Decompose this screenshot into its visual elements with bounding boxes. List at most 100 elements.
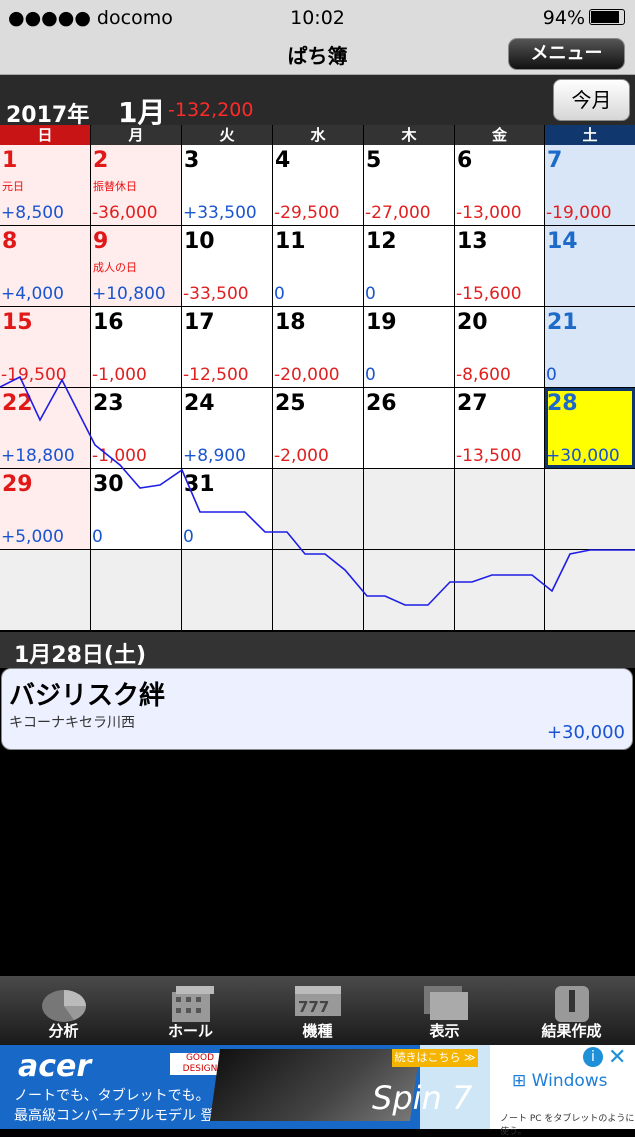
exclamation-icon bbox=[555, 986, 589, 1022]
calendar-day-cell[interactable]: 29 +5,000 bbox=[0, 469, 90, 549]
calendar-day-cell[interactable]: 20 -8,600 bbox=[455, 307, 544, 387]
month-total: -132,200 bbox=[168, 99, 254, 121]
day-number: 24 bbox=[184, 391, 215, 416]
tab-display[interactable]: 表示 bbox=[381, 976, 508, 1045]
day-amount: +5,000 bbox=[1, 527, 64, 547]
day-amount: +30,000 bbox=[546, 446, 620, 466]
windows-logo: ⊞ Windows bbox=[512, 1071, 608, 1091]
weekday-label: 水 bbox=[273, 125, 363, 145]
selected-day-header: 1月28日(土) bbox=[0, 632, 635, 668]
calendar-day-cell[interactable]: 4 -29,500 bbox=[273, 145, 363, 225]
selected-date: 1月28日(土) bbox=[14, 643, 147, 668]
calendar-empty-cell bbox=[182, 550, 272, 630]
day-number: 23 bbox=[93, 391, 124, 416]
day-amount: 0 bbox=[365, 284, 376, 304]
calendar-day-cell[interactable]: 5 -27,000 bbox=[364, 145, 454, 225]
calendar-day-cell[interactable]: 26 bbox=[364, 388, 454, 468]
calendar-day-cell[interactable]: 23 -1,000 bbox=[91, 388, 181, 468]
calendar-day-cell[interactable]: 17 -12,500 bbox=[182, 307, 272, 387]
calendar-day-cell[interactable]: 7 -19,000 bbox=[545, 145, 635, 225]
day-amount: 0 bbox=[365, 365, 376, 385]
day-amount: -36,000 bbox=[92, 203, 158, 223]
calendar-day-cell[interactable]: 24 +8,900 bbox=[182, 388, 272, 468]
day-amount: +8,900 bbox=[183, 446, 246, 466]
calendar-day-cell[interactable]: 22 +18,800 bbox=[0, 388, 90, 468]
tab-analysis[interactable]: 分析 bbox=[0, 976, 127, 1045]
calendar-day-cell[interactable]: 19 0 bbox=[364, 307, 454, 387]
day-number: 6 bbox=[457, 148, 473, 173]
calendar-day-cell[interactable]: 25 -2,000 bbox=[273, 388, 363, 468]
day-amount: -15,600 bbox=[456, 284, 522, 304]
day-amount: +4,000 bbox=[1, 284, 64, 304]
day-number: 10 bbox=[184, 229, 215, 254]
calendar-day-cell[interactable]: 9 成人の日 +10,800 bbox=[91, 226, 181, 306]
record-amount: +30,000 bbox=[546, 722, 625, 743]
tab-hall[interactable]: ホール bbox=[127, 976, 254, 1045]
pie-chart-icon bbox=[42, 990, 86, 1022]
calendar-empty-cell bbox=[91, 550, 181, 630]
windows-label: Windows bbox=[531, 1071, 608, 1091]
calendar-empty-cell bbox=[455, 550, 544, 630]
svg-text:777: 777 bbox=[298, 998, 329, 1016]
ad-info-icon[interactable]: i bbox=[583, 1047, 603, 1067]
current-month-button[interactable]: 今月 bbox=[553, 79, 630, 121]
ad-close-icon[interactable]: ✕ bbox=[608, 1045, 626, 1070]
result-record[interactable]: バジリスク絆 キコーナキセラ川西 +30,000 bbox=[1, 668, 633, 750]
day-number: 3 bbox=[184, 148, 200, 173]
calendar-day-cell[interactable]: 13 -15,600 bbox=[455, 226, 544, 306]
product-name: Spin 7 bbox=[372, 1079, 473, 1117]
battery-indicator: 94% bbox=[543, 7, 625, 29]
calendar-day-cell[interactable]: 10 -33,500 bbox=[182, 226, 272, 306]
tab-create-result[interactable]: 結果作成 bbox=[508, 976, 635, 1045]
calendar-day-cell[interactable]: 3 +33,500 bbox=[182, 145, 272, 225]
calendar-day-cell[interactable]: 8 +4,000 bbox=[0, 226, 90, 306]
calendar-day-cell[interactable]: 18 -20,000 bbox=[273, 307, 363, 387]
tab-machine-label: 機種 bbox=[302, 1022, 333, 1040]
day-number: 27 bbox=[457, 391, 488, 416]
day-number: 17 bbox=[184, 310, 215, 335]
day-amount: +18,800 bbox=[1, 446, 75, 466]
calendar-empty-cell bbox=[0, 550, 90, 630]
calendar-day-cell[interactable]: 11 0 bbox=[273, 226, 363, 306]
day-amount: -13,000 bbox=[456, 203, 522, 223]
calendar-day-cell[interactable]: 16 -1,000 bbox=[91, 307, 181, 387]
building-icon bbox=[172, 986, 214, 1022]
calendar-day-cell[interactable]: 30 0 bbox=[91, 469, 181, 549]
day-amount: -27,000 bbox=[365, 203, 431, 223]
tab-display-label: 表示 bbox=[429, 1022, 460, 1040]
windows-subtext: ノート PC をタブレットのように使う。 bbox=[500, 1114, 635, 1137]
ad-line-2: 最高級コンバーチブルモデル 登場。 bbox=[14, 1108, 243, 1124]
status-bar: ●●●●● docomo 10:02 94% bbox=[0, 0, 635, 36]
calendar-day-cell[interactable]: 28 +30,000 bbox=[545, 388, 635, 468]
day-amount: -1,000 bbox=[92, 365, 147, 385]
menu-button[interactable]: メニュー bbox=[508, 38, 625, 70]
ad-cta[interactable]: 続きはこちら ≫ bbox=[392, 1049, 478, 1067]
weekday-label: 火 bbox=[182, 125, 272, 145]
calendar-day-cell[interactable]: 31 0 bbox=[182, 469, 272, 549]
calendar-day-cell[interactable]: 1 元日 +8,500 bbox=[0, 145, 90, 225]
day-number: 13 bbox=[457, 229, 488, 254]
battery-percent: 94% bbox=[542, 7, 585, 29]
calendar-empty-cell bbox=[364, 550, 454, 630]
tab-machine[interactable]: 777 機種 bbox=[254, 976, 381, 1045]
day-amount: +8,500 bbox=[1, 203, 64, 223]
day-number: 2 bbox=[93, 148, 109, 173]
weekday-label: 木 bbox=[364, 125, 454, 145]
ad-banner[interactable]: acer ノートでも、タブレットでも。 最高級コンバーチブルモデル 登場。 GO… bbox=[0, 1045, 635, 1137]
calendar-day-cell[interactable]: 2 振替休日 -36,000 bbox=[91, 145, 181, 225]
calendar-day-cell[interactable]: 12 0 bbox=[364, 226, 454, 306]
machine-name: バジリスク絆 bbox=[9, 681, 166, 711]
day-amount: -19,500 bbox=[1, 365, 67, 385]
calendar-empty-cell bbox=[273, 550, 363, 630]
day-number: 31 bbox=[184, 472, 215, 497]
calendar-day-cell[interactable]: 15 -19,500 bbox=[0, 307, 90, 387]
day-number: 20 bbox=[457, 310, 488, 335]
calendar-day-cell[interactable]: 27 -13,500 bbox=[455, 388, 544, 468]
day-number: 7 bbox=[547, 148, 563, 173]
calendar-day-cell[interactable]: 14 bbox=[545, 226, 635, 306]
calendar-day-cell[interactable]: 6 -13,000 bbox=[455, 145, 544, 225]
weekday-label: 日 bbox=[0, 125, 90, 145]
calendar-day-cell[interactable]: 21 0 bbox=[545, 307, 635, 387]
day-number: 12 bbox=[366, 229, 397, 254]
day-amount: -19,000 bbox=[546, 203, 612, 223]
